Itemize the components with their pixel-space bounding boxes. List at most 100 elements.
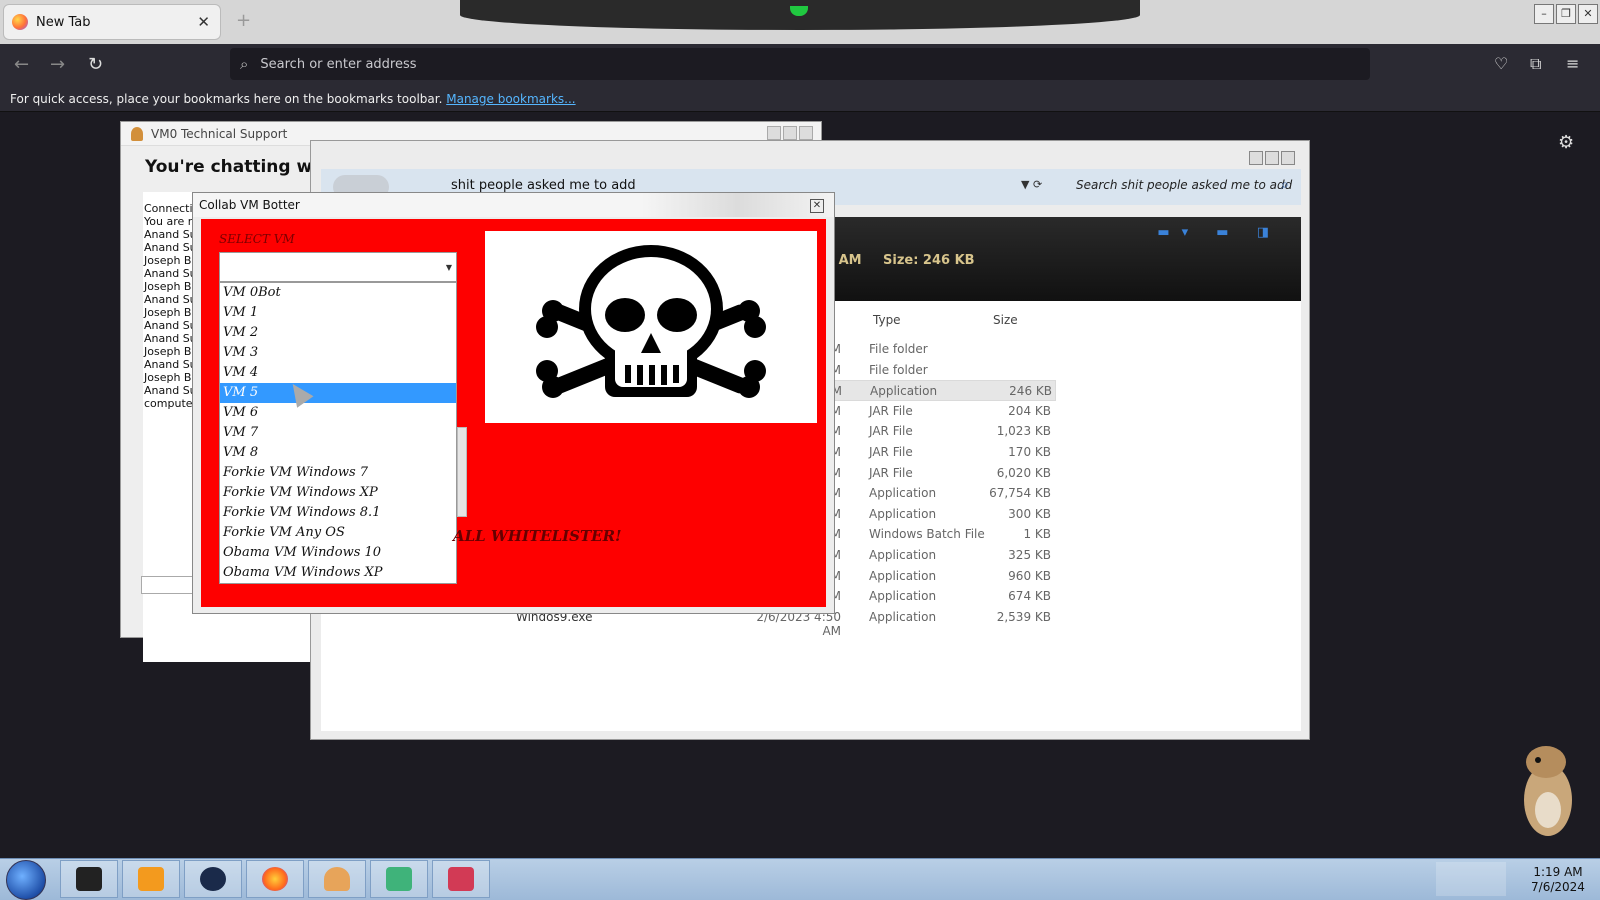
- taskbar-app-media[interactable]: [122, 860, 180, 898]
- vm-option[interactable]: Obama VM Windows XP: [220, 563, 456, 583]
- file-type: Windows Batch File: [869, 527, 985, 542]
- file-size: 170 KB: [1008, 445, 1051, 459]
- vm-option[interactable]: VM 0Bot: [220, 283, 456, 303]
- file-size: 674 KB: [1008, 589, 1051, 604]
- terminal-icon: [76, 867, 102, 891]
- file-type: JAR File: [869, 445, 913, 459]
- vm-option[interactable]: VM 5: [220, 383, 456, 403]
- file-type: JAR File: [869, 465, 913, 480]
- file-type: Application: [869, 486, 937, 501]
- vm-option[interactable]: VM 6: [220, 403, 456, 423]
- globe-icon: [200, 867, 226, 891]
- back-icon[interactable]: ←: [14, 54, 29, 75]
- file-size: 1,023 KB: [996, 424, 1051, 439]
- minimize-icon[interactable]: [1249, 151, 1263, 165]
- file-size: 246 KB: [1009, 384, 1052, 399]
- close-window-icon[interactable]: ✕: [1578, 4, 1598, 24]
- system-tray[interactable]: [1436, 862, 1506, 896]
- file-type: File folder: [869, 362, 928, 377]
- skull-crossbones-icon: [536, 245, 766, 398]
- hamster-sticker-icon: [1524, 746, 1572, 836]
- taskbar-app-globe[interactable]: [184, 860, 242, 898]
- taskbar-app-explorer[interactable]: [370, 860, 428, 898]
- file-size: 300 KB: [1008, 506, 1051, 521]
- vm-option[interactable]: Forkie VM Windows XP: [220, 483, 456, 503]
- vm-option[interactable]: VM 8: [220, 443, 456, 463]
- vm-select[interactable]: ▼: [219, 252, 457, 282]
- bookmarks-toolbar: For quick access, place your bookmarks h…: [0, 88, 1600, 112]
- vm-option[interactable]: VM 1: [220, 303, 456, 323]
- vm-option[interactable]: Forkie VM Any OS: [220, 523, 456, 543]
- taskbar-app-botter[interactable]: [432, 860, 490, 898]
- browser-tab[interactable]: New Tab ✕: [3, 4, 221, 40]
- botter-panel: SELECT VM ▼ VM 0Bot VM 1 VM 2 VM 3 VM 4 VM 5V…: [201, 219, 826, 607]
- folder-path[interactable]: shit people asked me to add: [451, 178, 636, 193]
- taskbar-app-firefox[interactable]: [246, 860, 304, 898]
- file-size: 6,020 KB: [996, 465, 1051, 480]
- explorer-window-controls: [1249, 151, 1295, 165]
- bookmarks-hint: For quick access, place your bookmarks h…: [10, 92, 443, 106]
- botter-app-icon: [448, 867, 474, 891]
- maximize-icon[interactable]: ❐: [1556, 4, 1576, 24]
- taskbar-clock[interactable]: 1:19 AM 7/6/2024: [1518, 865, 1598, 895]
- vm-option[interactable]: VM 3: [220, 343, 456, 363]
- whitelister-label: ALL WHITELISTER!: [453, 527, 622, 545]
- media-player-icon: [138, 867, 164, 891]
- minimize-icon[interactable]: –: [1534, 4, 1554, 24]
- vm-option[interactable]: Forkie VM Windows 8.1: [220, 503, 456, 523]
- gear-icon[interactable]: ⚙: [1558, 132, 1574, 153]
- skull-crossbones-image: [485, 231, 817, 423]
- file-type: JAR File: [869, 403, 913, 418]
- start-button[interactable]: [6, 860, 46, 900]
- extensions-icon[interactable]: ⧉: [1530, 54, 1541, 74]
- file-type: Application: [869, 589, 937, 604]
- view-options-icons[interactable]: ▬▾ ▬ ◨: [1157, 225, 1281, 240]
- maximize-icon[interactable]: [1265, 151, 1279, 165]
- forward-icon[interactable]: →: [50, 54, 65, 75]
- chat-window-controls: [767, 126, 813, 140]
- scrollbar[interactable]: [457, 427, 467, 517]
- manage-bookmarks-link[interactable]: Manage bookmarks...: [446, 92, 575, 106]
- url-bar[interactable]: ⌕ Search or enter address: [230, 48, 1370, 80]
- close-tab-icon[interactable]: ✕: [197, 13, 210, 31]
- file-size: 67,754 KB: [989, 486, 1051, 501]
- vm-option[interactable]: VM 2: [220, 323, 456, 343]
- column-header-type[interactable]: Type: [873, 313, 901, 327]
- chevron-down-icon[interactable]: ▼ ⟳: [1021, 178, 1042, 191]
- file-size: 2,539 KB: [996, 609, 1051, 624]
- close-icon[interactable]: [1281, 151, 1295, 165]
- minimize-icon[interactable]: [767, 126, 781, 140]
- botter-window: Collab VM Botter ✕ SELECT VM ▼ VM 0Bot VM…: [192, 192, 835, 614]
- search-icon[interactable]: ⌕: [1281, 177, 1289, 193]
- vm-option[interactable]: Obama VM Windows 10: [220, 543, 456, 563]
- search-icon: ⌕: [240, 55, 249, 73]
- reload-icon[interactable]: ↻: [88, 54, 103, 75]
- close-icon[interactable]: ✕: [810, 199, 824, 213]
- firefox-icon: [262, 867, 288, 891]
- url-placeholder: Search or enter address: [260, 56, 417, 72]
- file-size-info: Size: 246 KB: [883, 253, 975, 268]
- select-vm-label: SELECT VM: [219, 232, 295, 246]
- firefox-icon: [12, 14, 28, 30]
- vm-option[interactable]: Forkie VM Windows 7: [220, 463, 456, 483]
- chevron-down-icon[interactable]: ▼: [446, 263, 452, 272]
- support-agent-icon: [131, 127, 143, 141]
- column-header-size[interactable]: Size: [993, 313, 1018, 327]
- file-type: Application: [869, 609, 937, 624]
- explorer-search-input[interactable]: Search shit people asked me to add: [1076, 178, 1292, 192]
- browser-tab-bar: New Tab ✕ + – ❐ ✕: [0, 0, 1600, 44]
- close-icon[interactable]: [799, 126, 813, 140]
- maximize-icon[interactable]: [783, 126, 797, 140]
- pocket-icon[interactable]: ♡: [1494, 54, 1508, 73]
- vm-dropdown-list: VM 0Bot VM 1 VM 2 VM 3 VM 4 VM 5 VM 6 VM 7 VM 8F…: [219, 282, 457, 584]
- new-tab-icon[interactable]: +: [236, 10, 251, 31]
- vm-option[interactable]: VM 4: [220, 363, 456, 383]
- taskbar-app-support[interactable]: [308, 860, 366, 898]
- vm-option[interactable]: VM 7: [220, 423, 456, 443]
- menu-icon[interactable]: ≡: [1566, 54, 1579, 73]
- file-size: 325 KB: [1008, 548, 1051, 562]
- browser-nav-bar: ← → ↻ ⌕ Search or enter address ♡ ⧉ ≡: [0, 44, 1600, 88]
- file-type: Application: [869, 568, 937, 583]
- taskbar-app-terminal[interactable]: [60, 860, 118, 898]
- support-agent-icon: [324, 867, 350, 891]
